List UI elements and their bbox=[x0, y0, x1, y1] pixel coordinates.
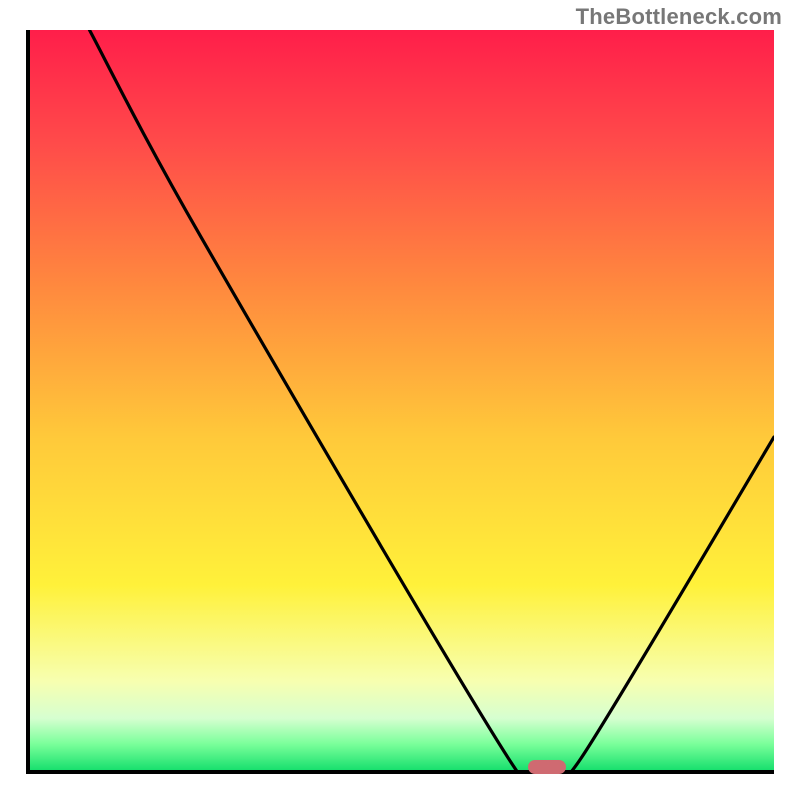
optimum-marker bbox=[528, 760, 565, 774]
bottleneck-chart bbox=[30, 30, 774, 770]
watermark-text: TheBottleneck.com bbox=[576, 4, 782, 30]
gradient-background bbox=[30, 30, 774, 770]
